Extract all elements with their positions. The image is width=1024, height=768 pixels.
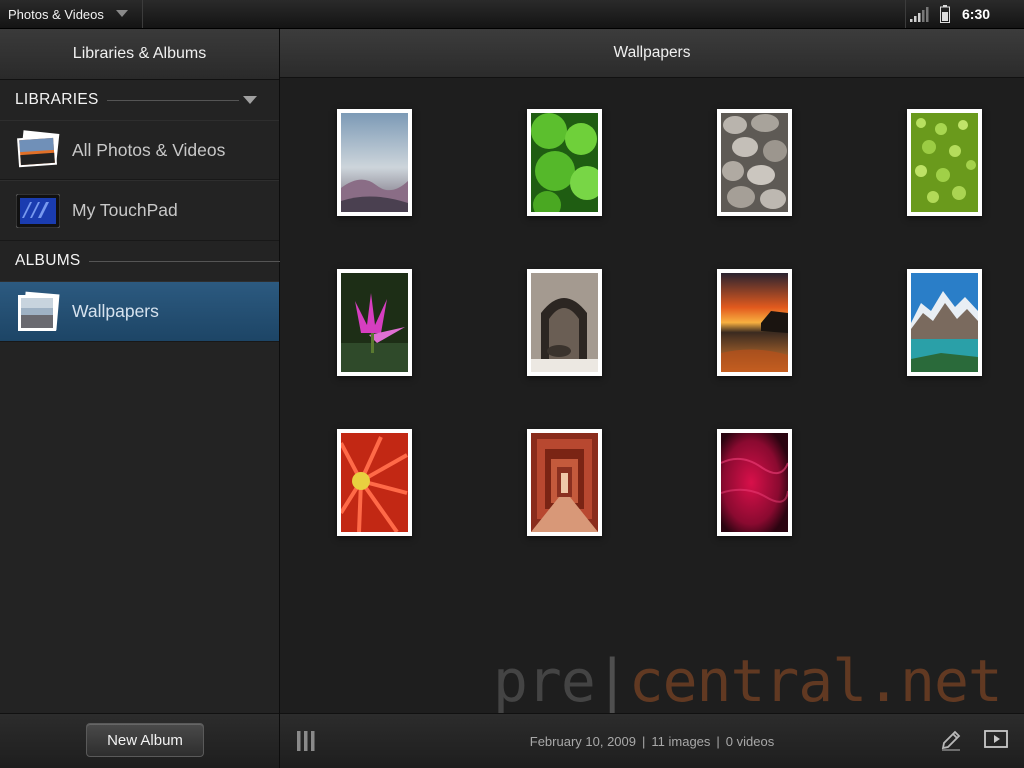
sidebar-item-my-touchpad[interactable]: My TouchPad — [0, 180, 279, 241]
clock: 6:30 — [962, 6, 991, 22]
sunset-beach-photo — [721, 273, 788, 372]
video-count: 0 videos — [725, 733, 775, 749]
albums-section-label: ALBUMS — [0, 241, 285, 281]
separator: | — [642, 733, 646, 749]
green-leaves-photo — [531, 113, 598, 212]
water-droplets-photo — [911, 113, 978, 212]
pink-lotus-photo — [341, 273, 408, 372]
sidebar-footer: New Album — [0, 713, 279, 768]
pencil-icon[interactable] — [940, 729, 962, 751]
watermark-rest: central.net — [628, 647, 1003, 715]
sidebar-item-label: All Photos & Videos — [72, 139, 226, 160]
photo-tile[interactable] — [527, 109, 602, 216]
divider — [88, 260, 285, 262]
app-title[interactable]: Photos & Videos — [8, 7, 104, 22]
stone-arch-photo — [531, 273, 598, 372]
touchpad-thumb — [16, 193, 60, 228]
app-menu[interactable]: Photos & Videos — [0, 0, 143, 28]
main-panel: Wallpapers pre|central.net February 10, … — [280, 29, 1024, 768]
album-date: February 10, 2009 — [529, 733, 636, 749]
sidebar-item-wallpapers[interactable]: Wallpapers — [0, 281, 279, 342]
main-footer: February 10, 2009 | 11 images | 0 videos — [280, 713, 1024, 768]
chevron-down-icon[interactable] — [242, 96, 257, 104]
red-flower-photo — [341, 433, 408, 532]
chevron-down-icon[interactable] — [115, 10, 128, 18]
libraries-section-label: LIBRARIES — [0, 80, 279, 120]
sidebar-item-all-photos[interactable]: All Photos & Videos — [0, 120, 279, 180]
slideshow-icon[interactable] — [984, 730, 1008, 750]
system-status[interactable]: 6:30 — [905, 0, 1024, 28]
photo-tile[interactable] — [717, 429, 792, 536]
photo-tile[interactable] — [717, 269, 792, 376]
mist-lake-photo — [341, 113, 408, 212]
photo-stack-thumb — [17, 130, 60, 168]
sidebar: Libraries & Albums LIBRARIES All Photos … — [0, 29, 285, 768]
status-bar: Photos & Videos 6:30 — [0, 0, 1024, 29]
sidebar-title: Libraries & Albums — [0, 29, 279, 80]
page-title: Wallpapers — [280, 29, 1024, 78]
photo-tile[interactable] — [907, 269, 982, 376]
photo-tile[interactable] — [337, 269, 412, 376]
signal-icon — [910, 7, 929, 22]
libraries-heading: LIBRARIES — [15, 91, 99, 108]
album-thumb — [18, 291, 60, 331]
red-texture-photo — [721, 433, 788, 532]
pebbles-photo — [721, 113, 788, 212]
watermark-bar: | — [594, 647, 630, 715]
sidebar-item-label: My TouchPad — [72, 200, 178, 220]
mountain-lake-photo — [911, 273, 978, 372]
photo-tile[interactable] — [527, 429, 602, 536]
photo-tile[interactable] — [337, 109, 412, 216]
photo-tile[interactable] — [907, 109, 982, 216]
albums-heading: ALBUMS — [15, 252, 81, 269]
red-corridor-photo — [531, 433, 598, 532]
photo-tile[interactable] — [337, 429, 412, 536]
photo-tile[interactable] — [717, 109, 792, 216]
divider — [106, 99, 239, 101]
sidebar-item-label: Wallpapers — [72, 301, 159, 321]
album-info: February 10, 2009 | 11 images | 0 videos — [280, 714, 1024, 768]
photo-tile[interactable] — [527, 269, 602, 376]
separator: | — [716, 733, 720, 749]
battery-icon — [940, 5, 950, 23]
image-count: 11 images — [651, 733, 711, 749]
new-album-button[interactable]: New Album — [86, 723, 204, 757]
watermark-pre: pre — [493, 647, 596, 715]
watermark: pre|central.net — [493, 647, 1003, 715]
